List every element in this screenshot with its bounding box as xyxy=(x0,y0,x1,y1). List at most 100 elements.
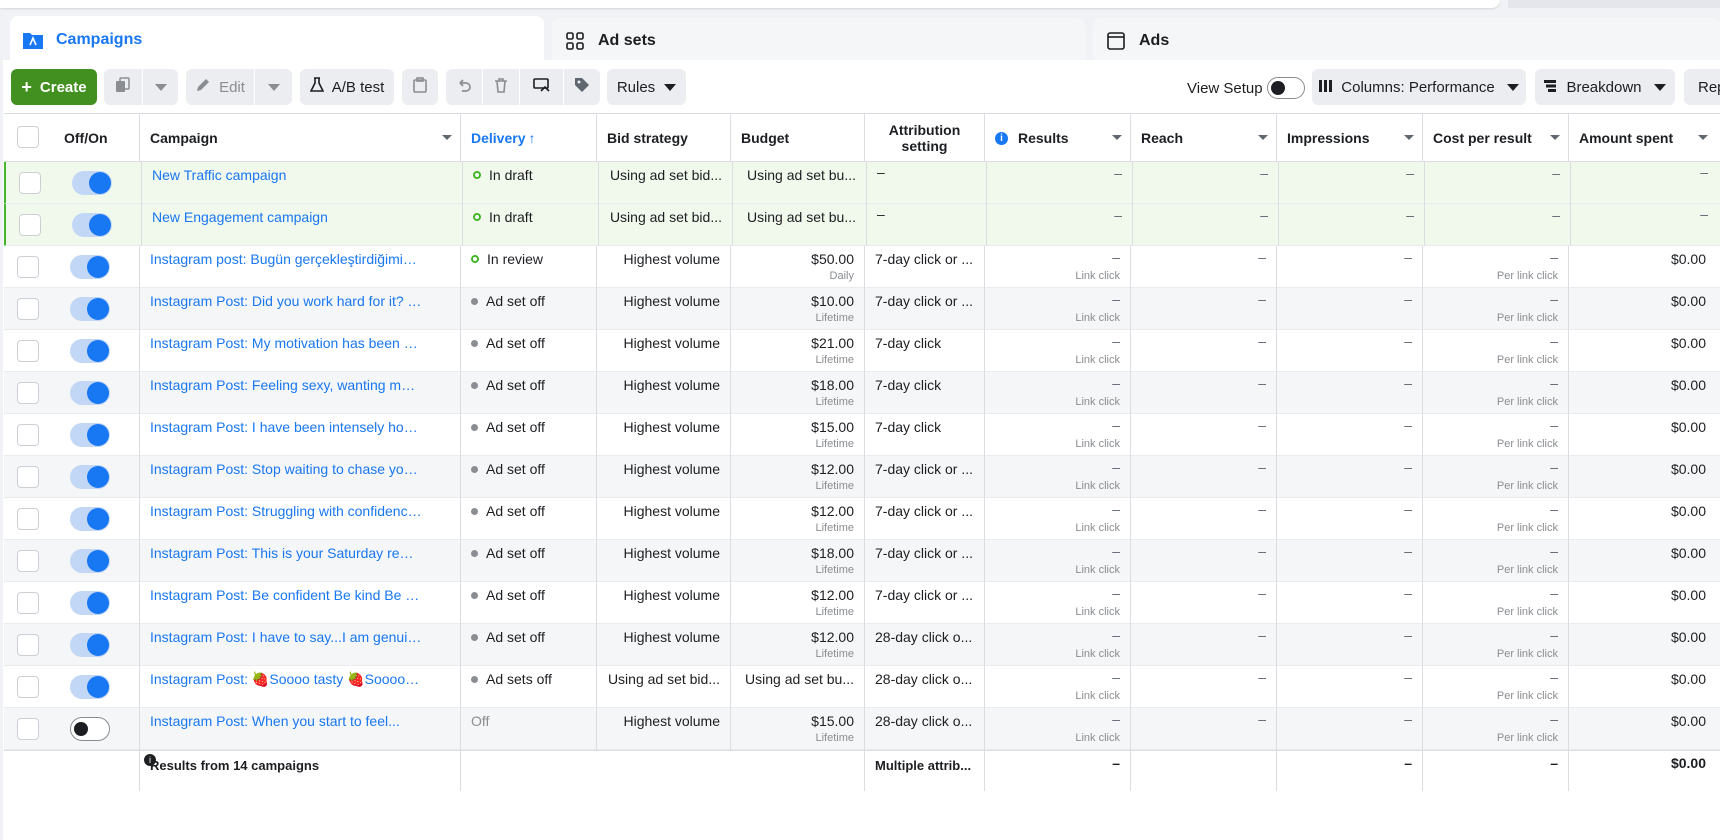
view-setup-toggle[interactable] xyxy=(1267,77,1305,99)
col-cost-per-result[interactable]: Cost per result xyxy=(1422,114,1568,162)
amount-spent-value: $0.00 xyxy=(1670,629,1706,645)
impressions-value: – xyxy=(1404,291,1412,307)
bid-strategy-value: Highest volume xyxy=(623,335,721,351)
row-checkbox[interactable] xyxy=(17,382,39,404)
table-row[interactable]: Instagram Post: Be confident Be kind Be … xyxy=(4,582,1720,624)
table-row[interactable]: Instagram Post: Feeling sexy, wanting mo… xyxy=(4,372,1720,414)
table-row[interactable]: Instagram Post: Stop waiting to chase yo… xyxy=(4,456,1720,498)
campaign-name-link[interactable]: Instagram Post: Feeling sexy, wanting mo… xyxy=(150,377,422,393)
table-row[interactable]: Instagram Post: Struggling with confiden… xyxy=(4,498,1720,540)
table-row[interactable]: Instagram Post: When you start to feel..… xyxy=(4,708,1720,750)
rules-button[interactable]: Rules xyxy=(607,69,686,105)
table-row[interactable]: New Engagement campaign In draft Using ad … xyxy=(4,204,1720,246)
campaign-status-toggle[interactable] xyxy=(70,549,110,573)
campaign-name-link[interactable]: Instagram Post: When you start to feel..… xyxy=(150,713,400,729)
campaign-status-toggle[interactable] xyxy=(72,171,112,195)
duplicate-dropdown-button[interactable] xyxy=(143,69,178,105)
tag-button[interactable] xyxy=(564,69,600,105)
create-button[interactable]: + Create xyxy=(11,69,97,105)
undo-button[interactable] xyxy=(446,69,482,105)
campaign-status-toggle[interactable] xyxy=(70,297,110,321)
table-row[interactable]: Instagram Post: Did you work hard for it… xyxy=(4,288,1720,330)
col-impressions[interactable]: Impressions xyxy=(1276,114,1422,162)
campaign-name-link[interactable]: Instagram Post: This is your Saturday re… xyxy=(150,545,422,561)
budget-value: $15.00 xyxy=(811,419,854,435)
reports-button[interactable]: Rep xyxy=(1684,69,1720,105)
delete-button[interactable] xyxy=(483,69,519,105)
row-checkbox[interactable] xyxy=(17,550,39,572)
col-attribution[interactable]: Attribution setting xyxy=(864,114,984,162)
row-checkbox[interactable] xyxy=(17,676,39,698)
table-row[interactable]: Instagram Post: My motivation has been g… xyxy=(4,330,1720,372)
row-checkbox[interactable] xyxy=(17,508,39,530)
campaign-name-link[interactable]: Instagram post: Bugün gerçekleştirdiğimi… xyxy=(150,251,422,267)
row-checkbox[interactable] xyxy=(17,592,39,614)
summary-attribution-value: Multiple attrib... xyxy=(875,758,972,773)
preview-button[interactable] xyxy=(520,69,563,105)
campaign-name-link[interactable]: Instagram Post: I have to say...I am gen… xyxy=(150,629,422,645)
select-all-checkbox[interactable] xyxy=(17,126,39,148)
campaign-status-toggle[interactable] xyxy=(70,255,110,279)
col-budget[interactable]: Budget xyxy=(730,114,864,162)
row-checkbox[interactable] xyxy=(17,466,39,488)
tab-ads[interactable]: Ads xyxy=(1093,18,1720,64)
campaign-name-link[interactable]: Instagram Post: Stop waiting to chase yo… xyxy=(150,461,422,477)
budget-cell: $18.00 Lifetime xyxy=(730,372,864,414)
results-value: – xyxy=(1112,249,1120,265)
campaign-status-toggle[interactable] xyxy=(72,213,112,237)
col-reach[interactable]: Reach xyxy=(1130,114,1276,162)
edit-dropdown-button[interactable] xyxy=(255,69,292,105)
campaign-name-link[interactable]: Instagram Post: Be confident Be kind Be … xyxy=(150,587,422,603)
table-row[interactable]: Instagram Post: I have to say...I am gen… xyxy=(4,624,1720,666)
campaign-status-toggle[interactable] xyxy=(70,465,110,489)
campaign-status-toggle[interactable] xyxy=(70,633,110,657)
table-row[interactable]: Instagram Post: 🍓Soooo tasty 🍓Soooo be..… xyxy=(4,666,1720,708)
column-label: Budget xyxy=(741,130,790,146)
row-checkbox[interactable] xyxy=(19,214,41,236)
tab-campaigns[interactable]: Campaigns xyxy=(10,16,544,64)
row-checkbox[interactable] xyxy=(17,340,39,362)
col-delivery[interactable]: Delivery ↑ xyxy=(460,114,596,162)
tab-ad-sets[interactable]: Ad sets xyxy=(552,18,1086,64)
campaign-status-toggle[interactable] xyxy=(70,507,110,531)
row-checkbox[interactable] xyxy=(17,718,39,740)
campaign-status-toggle[interactable] xyxy=(70,423,110,447)
table-row[interactable]: New Traffic campaign In draft Using ad set… xyxy=(4,162,1720,204)
campaign-name-link[interactable]: Instagram Post: I have been intensely ho… xyxy=(150,419,422,435)
row-checkbox[interactable] xyxy=(19,172,41,194)
cost-per-result-value: – xyxy=(1550,417,1558,433)
table-row[interactable]: Instagram Post: This is your Saturday re… xyxy=(4,540,1720,582)
col-campaign[interactable]: Campaign xyxy=(139,114,460,162)
campaign-name-link[interactable]: Instagram Post: 🍓Soooo tasty 🍓Soooo be..… xyxy=(150,671,422,688)
row-checkbox[interactable] xyxy=(17,298,39,320)
campaign-status-toggle[interactable] xyxy=(70,675,110,699)
table-row[interactable]: Instagram Post: I have been intensely ho… xyxy=(4,414,1720,456)
campaign-status-toggle[interactable] xyxy=(70,591,110,615)
delivery-status: Ad set off xyxy=(471,503,545,519)
duplicate-button[interactable] xyxy=(104,69,142,105)
campaign-name-link[interactable]: Instagram Post: Struggling with confiden… xyxy=(150,503,422,519)
cost-per-result-value: – xyxy=(1552,207,1560,223)
campaign-status-toggle[interactable] xyxy=(70,717,110,741)
campaign-status-toggle[interactable] xyxy=(70,339,110,363)
campaign-name-link[interactable]: Instagram Post: My motivation has been g… xyxy=(150,335,422,351)
col-bid-strategy[interactable]: Bid strategy xyxy=(596,114,730,162)
campaign-name-link[interactable]: New Engagement campaign xyxy=(152,209,328,225)
breakdown-button[interactable]: Breakdown xyxy=(1535,69,1675,105)
campaign-status-toggle[interactable] xyxy=(70,381,110,405)
row-checkbox[interactable] xyxy=(17,256,39,278)
columns-button[interactable]: Columns: Performance xyxy=(1312,69,1526,105)
col-results[interactable]: i Results xyxy=(984,114,1130,162)
row-select-cell xyxy=(4,540,54,582)
campaign-name-cell: Instagram Post: My motivation has been g… xyxy=(139,330,460,372)
edit-button[interactable]: Edit xyxy=(186,69,254,105)
budget-cell: $12.00 Lifetime xyxy=(730,582,864,624)
row-checkbox[interactable] xyxy=(17,634,39,656)
campaign-name-link[interactable]: Instagram Post: Did you work hard for it… xyxy=(150,293,422,309)
col-amount-spent[interactable]: Amount spent xyxy=(1568,114,1720,162)
table-row[interactable]: Instagram post: Bugün gerçekleştirdiğimi… xyxy=(4,246,1720,288)
clipboard-button[interactable] xyxy=(402,69,438,105)
row-checkbox[interactable] xyxy=(17,424,39,446)
ab-test-button[interactable]: A/B test xyxy=(300,69,394,105)
campaign-name-link[interactable]: New Traffic campaign xyxy=(152,167,286,183)
